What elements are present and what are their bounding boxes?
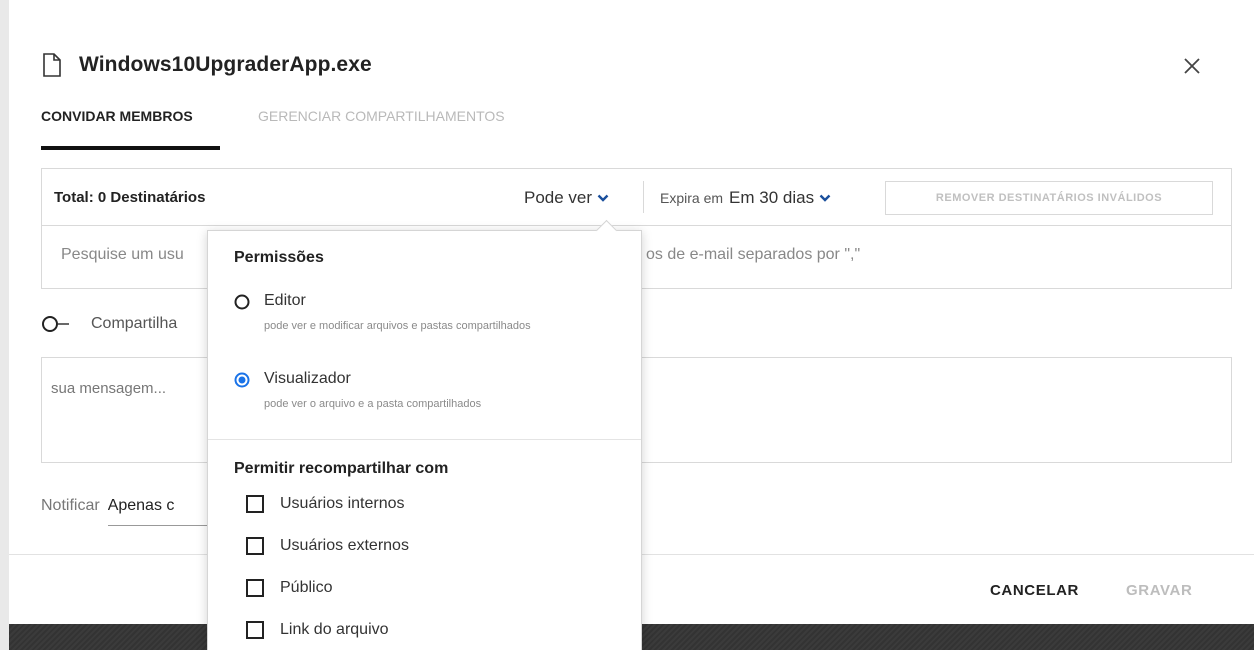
toolbar-divider xyxy=(643,181,644,213)
expiration-select[interactable]: Expira em Em 30 dias xyxy=(660,188,831,208)
recipients-total: Total: 0 Destinatários xyxy=(54,189,206,206)
permission-option-label: Editor xyxy=(264,292,306,309)
permissions-dropdown: Permissões Editor pode ver e modificar a… xyxy=(207,219,642,650)
search-placeholder-left: Pesquise um usu xyxy=(61,246,184,263)
notify-label: Notificar xyxy=(41,497,100,514)
chevron-down-icon xyxy=(819,194,831,202)
reshare-option-label: Público xyxy=(280,579,333,596)
permission-option-description: pode ver e modificar arquivos e pastas c… xyxy=(264,320,531,332)
recipients-bar: Total: 0 Destinatários Pode ver Expira e… xyxy=(41,168,1232,226)
search-placeholder-right: os de e-mail separados por "," xyxy=(646,246,861,263)
reshare-option-public[interactable]: Público xyxy=(246,579,332,597)
share-toggle[interactable]: Compartilha xyxy=(41,314,177,334)
save-button[interactable]: GRAVAR xyxy=(1126,582,1192,599)
expiration-label: Expira em xyxy=(660,190,724,206)
share-toggle-label: Compartilha xyxy=(91,315,178,332)
file-icon xyxy=(43,53,61,77)
tab-manage-shares[interactable]: GERENCIAR COMPARTILHAMENTOS xyxy=(258,108,505,124)
chevron-down-icon xyxy=(597,194,609,202)
file-name-title: Windows10UpgraderApp.exe xyxy=(79,53,372,76)
active-tab-indicator xyxy=(41,146,220,150)
permission-option-viewer[interactable]: Visualizador pode ver o arquivo e a past… xyxy=(234,370,481,410)
dialog-header: Windows10UpgraderApp.exe xyxy=(41,52,372,78)
reshare-option-label: Usuários internos xyxy=(280,495,405,512)
background-left-edge xyxy=(0,0,9,650)
close-icon[interactable] xyxy=(1181,55,1203,77)
reshare-option-label: Usuários externos xyxy=(280,537,409,554)
cancel-button[interactable]: CANCELAR xyxy=(990,582,1079,599)
tab-invite-members[interactable]: CONVIDAR MEMBROS xyxy=(41,108,193,124)
permission-select[interactable]: Pode ver xyxy=(524,188,609,208)
checkbox xyxy=(246,495,264,513)
radio-unchecked-icon xyxy=(234,294,250,310)
checkbox xyxy=(246,537,264,555)
permissions-heading: Permissões xyxy=(234,249,324,266)
permission-select-value: Pode ver xyxy=(524,188,593,207)
reshare-heading: Permitir recompartilhar com xyxy=(234,460,449,477)
radio-checked-icon xyxy=(234,372,250,388)
message-placeholder: sua mensagem... xyxy=(51,380,167,397)
permission-option-label: Visualizador xyxy=(264,370,351,387)
dropdown-divider xyxy=(208,439,641,440)
remove-invalid-recipients-button[interactable]: REMOVER DESTINATÁRIOS INVÁLIDOS xyxy=(885,181,1213,215)
expiration-value: Em 30 dias xyxy=(729,188,815,207)
reshare-option-label: Link do arquivo xyxy=(280,621,389,638)
reshare-option-internal-users[interactable]: Usuários internos xyxy=(246,495,405,513)
reshare-option-external-users[interactable]: Usuários externos xyxy=(246,537,409,555)
permission-option-description: pode ver o arquivo e a pasta compartilha… xyxy=(264,398,482,410)
checkbox xyxy=(246,621,264,639)
checkbox xyxy=(246,579,264,597)
reshare-option-file-link[interactable]: Link do arquivo xyxy=(246,621,389,639)
toggle-off-icon xyxy=(42,316,69,332)
permission-option-editor[interactable]: Editor pode ver e modificar arquivos e p… xyxy=(234,292,531,332)
